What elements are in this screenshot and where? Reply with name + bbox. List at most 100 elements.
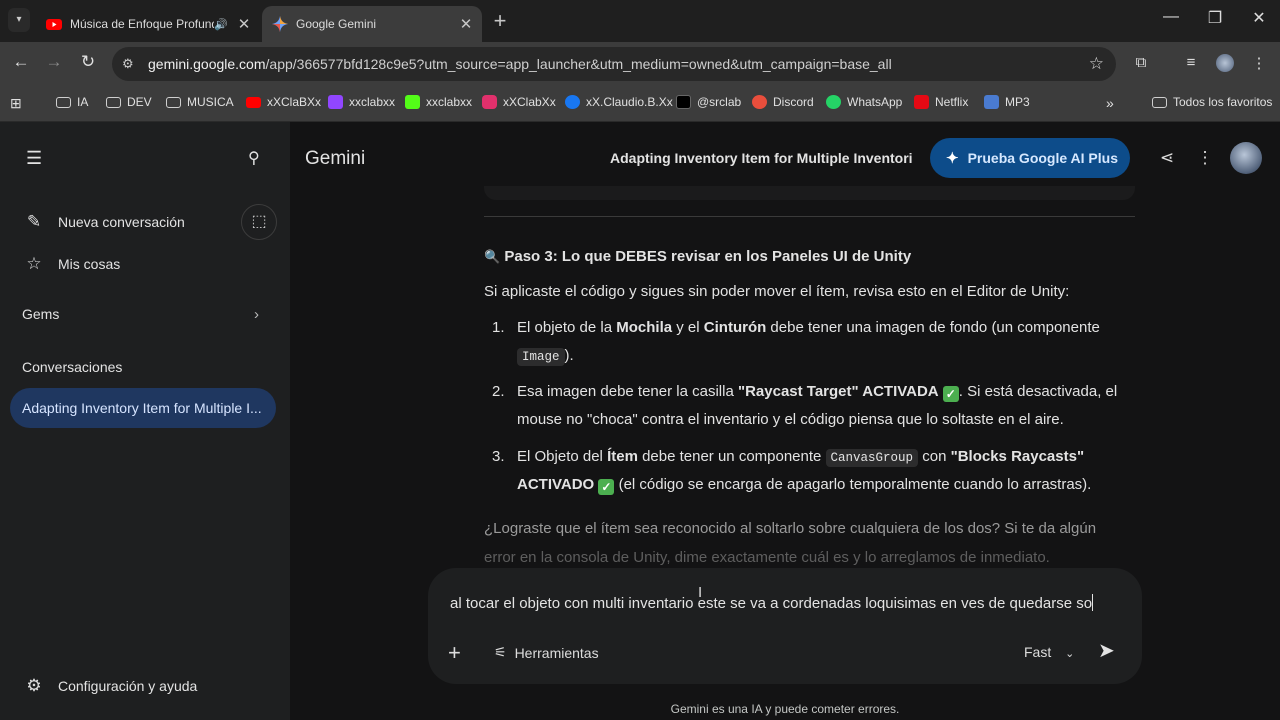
- forward-icon[interactable]: →: [42, 52, 66, 72]
- whatsapp-icon: [826, 95, 841, 109]
- instagram-icon: [482, 95, 497, 109]
- bookmark-whatsapp[interactable]: WhatsApp: [826, 95, 902, 109]
- magnifier-icon: 🔍: [484, 249, 501, 264]
- bookmark-folder-ia[interactable]: IA: [56, 95, 88, 109]
- chevron-down-icon: ⌄: [1065, 648, 1075, 660]
- model-label: Fast: [1024, 644, 1052, 660]
- inline-code: Image: [517, 348, 565, 366]
- netflix-icon: [914, 95, 929, 109]
- apps-icon[interactable]: ⊞: [10, 95, 22, 112]
- add-attachment-button[interactable]: +: [448, 640, 461, 666]
- youtube-icon: [246, 96, 261, 108]
- step-heading: 🔍 Paso 3: Lo que DEBES revisar en los Pa…: [484, 248, 911, 265]
- toolbar: ← → ↻ ⚙ gemini.google.com/app/366577bfd1…: [0, 42, 1280, 86]
- tab-music[interactable]: Música de Enfoque Profundo 🔊 ✕: [36, 6, 260, 42]
- send-button[interactable]: ➤: [1098, 638, 1115, 663]
- close-tab-icon[interactable]: ✕: [456, 15, 476, 33]
- bookmark-facebook[interactable]: xX.Claudio.B.Xx: [565, 95, 673, 109]
- list-item-2-cont: mouse no "choca" contra el inventario y …: [517, 411, 1064, 428]
- settings-label: Configuración y ayuda: [58, 678, 198, 694]
- all-bookmarks[interactable]: Todos los favoritos: [1152, 95, 1272, 109]
- divider: [484, 216, 1135, 217]
- model-selector[interactable]: Fast ⌄: [1024, 644, 1074, 660]
- facebook-icon: [565, 95, 580, 109]
- profile-avatar[interactable]: [1214, 54, 1236, 76]
- close-window-icon[interactable]: ✕: [1244, 8, 1274, 28]
- tab-strip: ▾ Música de Enfoque Profundo 🔊 ✕ Google …: [0, 0, 1280, 42]
- tab-search-button[interactable]: ▾: [8, 8, 30, 32]
- conversation-title: Adapting Inventory Item for Multiple Inv…: [610, 150, 913, 166]
- twitch-icon: [328, 95, 343, 109]
- tab-title: Música de Enfoque Profundo: [70, 17, 215, 31]
- extensions-icon[interactable]: ⧉: [1130, 54, 1152, 71]
- star-icon: ☆: [26, 254, 42, 273]
- back-icon[interactable]: ←: [9, 52, 33, 72]
- more-options-icon[interactable]: ⋮: [1194, 148, 1216, 168]
- check-icon: ✓: [942, 386, 959, 402]
- gear-icon: ⚙: [26, 676, 42, 695]
- my-stuff-label: Mis cosas: [58, 256, 121, 272]
- list-item-1-cont: Image).: [517, 347, 574, 366]
- minimize-icon[interactable]: —: [1156, 8, 1186, 26]
- bookmark-twitch[interactable]: xxclabxx: [328, 95, 395, 109]
- menu-icon[interactable]: ☰: [26, 148, 42, 169]
- site-info-icon[interactable]: ⚙: [122, 56, 142, 72]
- temporary-chat-button[interactable]: ⬚: [241, 204, 277, 240]
- gems-item[interactable]: Gems: [22, 306, 59, 322]
- conversation-item-selected[interactable]: Adapting Inventory Item for Multiple I..…: [10, 388, 276, 428]
- bookmark-instagram[interactable]: xXClabXx: [482, 95, 556, 109]
- new-chat-button[interactable]: ✎ Nueva conversación: [22, 212, 185, 232]
- speaker-icon[interactable]: 🔊: [214, 18, 228, 31]
- tab-gemini[interactable]: Google Gemini ✕: [262, 6, 482, 42]
- bookmark-folder-dev[interactable]: DEV: [106, 95, 152, 109]
- bookmark-mp3[interactable]: MP3: [984, 95, 1030, 109]
- address-bar[interactable]: ⚙ gemini.google.com/app/366577bfd128c9e5…: [112, 47, 1116, 81]
- tiktok-icon: [676, 95, 691, 109]
- url-text[interactable]: gemini.google.com/app/366577bfd128c9e5?u…: [148, 56, 892, 72]
- text-cursor-icon: I: [698, 584, 703, 601]
- list-item-1: El objeto de la Mochila y el Cinturón de…: [517, 319, 1100, 336]
- bookmark-folder-musica[interactable]: MUSICA: [166, 95, 234, 109]
- folder-icon: [166, 96, 181, 108]
- chrome-menu-icon[interactable]: ⋮: [1248, 54, 1270, 72]
- share-icon[interactable]: ⋖: [1156, 148, 1178, 168]
- upgrade-button[interactable]: ✦ Prueba Google AI Plus: [930, 138, 1130, 178]
- intro-paragraph: Si aplicaste el código y sigues sin pode…: [484, 283, 1070, 300]
- disclaimer: Gemini es una IA y puede cometer errores…: [670, 702, 900, 716]
- close-tab-icon[interactable]: ✕: [234, 15, 254, 33]
- list-item-3-cont: ACTIVADO ✓ (el código se encarga de apag…: [517, 476, 1092, 495]
- list-item-2: Esa imagen debe tener la casilla "Raycas…: [517, 383, 1118, 402]
- sliders-icon: ⚟: [494, 644, 507, 660]
- settings-help-button[interactable]: ⚙ Configuración y ayuda: [22, 676, 197, 696]
- search-icon[interactable]: ⚲: [248, 148, 260, 168]
- bookmark-tiktok[interactable]: @srclab: [676, 95, 741, 109]
- more-bookmarks-icon[interactable]: »: [1106, 95, 1114, 111]
- prompt-input[interactable]: al tocar el objeto con multi inventario …: [450, 594, 1110, 612]
- folder-icon: [106, 96, 121, 108]
- conversations-header: Conversaciones: [22, 359, 122, 375]
- new-tab-button[interactable]: +: [488, 8, 512, 34]
- tools-button[interactable]: ⚟ Herramientas: [494, 644, 599, 661]
- my-stuff-button[interactable]: ☆ Mis cosas: [22, 254, 120, 274]
- list-item-3: El Objeto del Ítem debe tener un compone…: [517, 448, 1085, 467]
- restore-icon[interactable]: ❐: [1200, 8, 1230, 28]
- main-panel: Gemini Adapting Inventory Item for Multi…: [290, 122, 1280, 720]
- previous-block-edge: [484, 186, 1135, 200]
- bookmark-kick[interactable]: xxclabxx: [405, 95, 472, 109]
- bookmark-discord[interactable]: Discord: [752, 95, 814, 109]
- media-control-icon[interactable]: ≡: [1180, 54, 1202, 71]
- gemini-logo[interactable]: Gemini: [305, 148, 365, 170]
- bookmark-star-icon[interactable]: ☆: [1089, 54, 1104, 74]
- list-number: 2.: [492, 383, 505, 400]
- bookmark-youtube[interactable]: xXClaBXx: [246, 95, 321, 109]
- bookmark-netflix[interactable]: Netflix: [914, 95, 968, 109]
- list-number: 3.: [492, 448, 505, 465]
- gems-label: Gems: [22, 306, 60, 322]
- reload-icon[interactable]: ↻: [76, 52, 100, 72]
- closing-line-1: ¿Lograste que el ítem sea reconocido al …: [484, 520, 1097, 537]
- list-number: 1.: [492, 319, 505, 336]
- chevron-right-icon[interactable]: ›: [254, 306, 259, 323]
- youtube-icon: [46, 19, 62, 30]
- avatar[interactable]: [1230, 142, 1262, 174]
- check-icon: ✓: [598, 479, 615, 495]
